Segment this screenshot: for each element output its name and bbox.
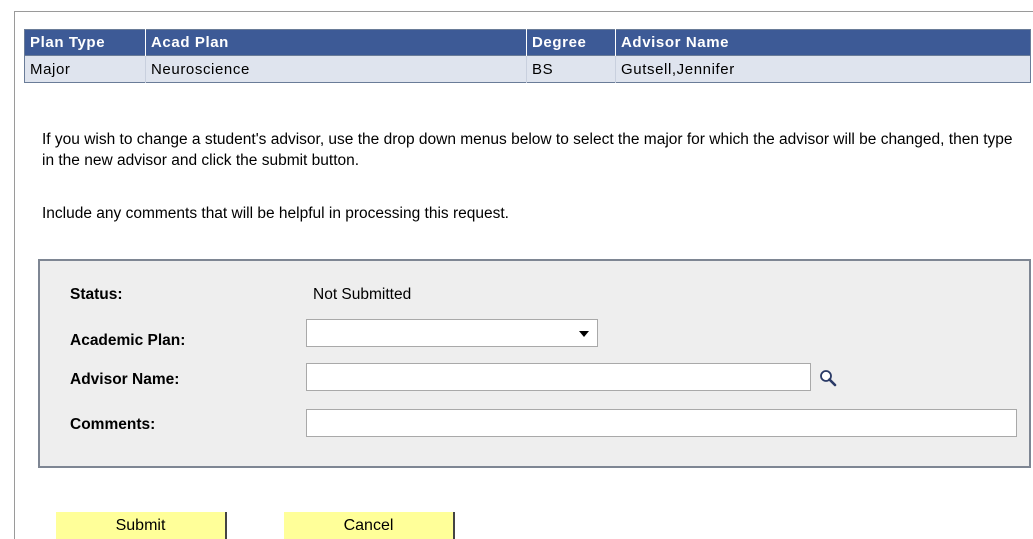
status-value: Not Submitted [313, 286, 412, 303]
comments-hint-text: Include any comments that will be helpfu… [42, 205, 509, 222]
cancel-button[interactable]: Cancel [284, 512, 455, 539]
status-label: Status: [70, 286, 123, 303]
plans-table-header-row: Plan Type Acad Plan Degree Advisor Name [24, 29, 1031, 56]
header-advisor-name: Advisor Name [615, 29, 1031, 56]
cell-advisor-name: Gutsell,Jennifer [615, 55, 1031, 83]
advisor-change-page: Plan Type Acad Plan Degree Advisor Name … [0, 0, 1033, 539]
chevron-down-icon [579, 331, 589, 337]
header-degree: Degree [526, 29, 616, 56]
table-row: Major Neuroscience BS Gutsell,Jennifer [24, 55, 1031, 83]
advisor-name-label: Advisor Name: [70, 371, 180, 388]
cell-degree: BS [526, 55, 616, 83]
cell-acad-plan: Neuroscience [145, 55, 527, 83]
comments-label: Comments: [70, 416, 156, 433]
advisor-name-input[interactable] [306, 363, 811, 391]
magnifying-glass-icon[interactable] [818, 368, 838, 388]
comments-input[interactable] [306, 409, 1017, 437]
frame-border-top [14, 11, 1033, 12]
instructions-text: If you wish to change a student's adviso… [42, 131, 1013, 169]
submit-button[interactable]: Submit [56, 512, 227, 539]
cell-plan-type: Major [24, 55, 146, 83]
advisor-change-form: Status: Not Submitted Academic Plan: Adv… [38, 259, 1031, 468]
header-acad-plan: Acad Plan [145, 29, 527, 56]
academic-plan-select[interactable] [306, 319, 598, 347]
header-plan-type: Plan Type [24, 29, 146, 56]
plans-table: Plan Type Acad Plan Degree Advisor Name … [24, 29, 1031, 83]
frame-border-left [14, 11, 15, 539]
academic-plan-label: Academic Plan: [70, 332, 186, 349]
